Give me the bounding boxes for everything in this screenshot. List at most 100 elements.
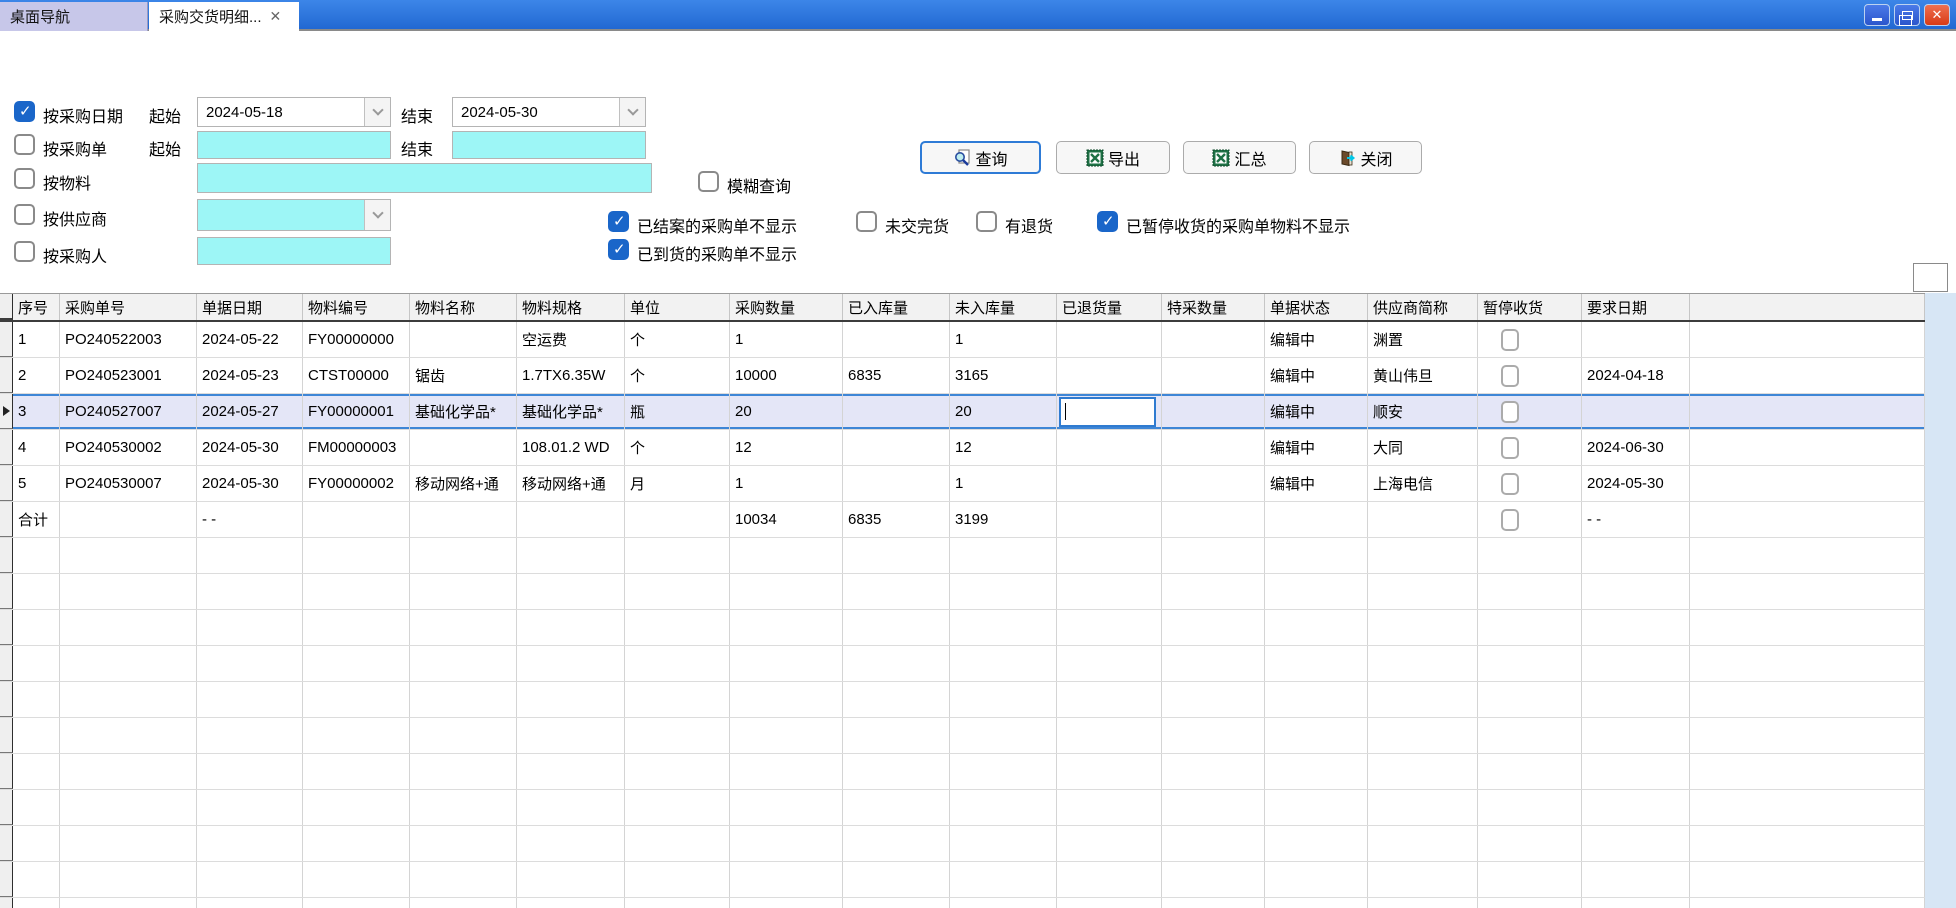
grid-cell[interactable]	[517, 826, 625, 861]
grid-cell[interactable]	[730, 682, 843, 717]
grid-cell[interactable]	[1690, 358, 1925, 393]
grid-cell[interactable]: CTST00000	[303, 358, 410, 393]
grid-cell[interactable]	[950, 862, 1057, 897]
start-date-combo[interactable]: 2024-05-18	[197, 97, 391, 127]
grid-cell[interactable]	[1478, 538, 1582, 573]
grid-cell[interactable]	[303, 826, 410, 861]
grid-cell[interactable]	[1057, 538, 1162, 573]
grid-cell[interactable]	[13, 574, 60, 609]
grid-cell[interactable]	[1368, 826, 1478, 861]
grid-cell[interactable]	[1057, 502, 1162, 537]
grid-cell[interactable]	[410, 430, 517, 465]
grid-cell[interactable]	[1690, 862, 1925, 897]
grid-cell[interactable]: 12	[950, 430, 1057, 465]
grid-cell[interactable]	[303, 538, 410, 573]
grid-cell[interactable]	[1478, 862, 1582, 897]
grid-cell[interactable]	[1265, 502, 1368, 537]
grid-cell[interactable]	[1162, 862, 1265, 897]
grid-cell[interactable]	[13, 898, 60, 908]
column-header[interactable]: 物料规格	[517, 294, 625, 320]
grid-cell[interactable]: 黄山伟旦	[1368, 358, 1478, 393]
grid-cell[interactable]: 编辑中	[1265, 430, 1368, 465]
summary-button[interactable]: 汇总	[1183, 141, 1296, 174]
export-button[interactable]: 导出	[1056, 141, 1170, 174]
grid-cell[interactable]	[843, 862, 950, 897]
row-header[interactable]	[0, 466, 13, 501]
grid-cell[interactable]	[625, 718, 730, 753]
grid-cell[interactable]	[1162, 502, 1265, 537]
grid-cell[interactable]	[1690, 322, 1925, 357]
grid-cell[interactable]	[197, 718, 303, 753]
grid-cell[interactable]	[1265, 718, 1368, 753]
has-returns-checkbox[interactable]	[976, 211, 997, 232]
grid-cell[interactable]	[843, 718, 950, 753]
grid-cell[interactable]	[13, 718, 60, 753]
grid-cell[interactable]	[303, 502, 410, 537]
grid-cell[interactable]	[950, 898, 1057, 908]
grid-cell[interactable]	[843, 610, 950, 645]
row-header[interactable]	[0, 358, 13, 393]
hide-suspended-receiving-checkbox[interactable]	[1097, 211, 1118, 232]
grid-cell[interactable]	[1690, 754, 1925, 789]
grid-cell[interactable]	[1690, 394, 1925, 429]
by-supplier-checkbox[interactable]	[14, 204, 35, 225]
grid-cell[interactable]	[410, 754, 517, 789]
grid-cell[interactable]	[950, 574, 1057, 609]
grid-cell[interactable]	[1690, 430, 1925, 465]
grid-cell[interactable]	[1162, 394, 1265, 429]
grid-cell[interactable]	[303, 718, 410, 753]
grid-cell[interactable]	[410, 502, 517, 537]
grid-cell[interactable]	[1368, 862, 1478, 897]
grid-cell[interactable]: 基础化学品*	[517, 394, 625, 429]
grid-cell[interactable]	[60, 538, 197, 573]
row-header[interactable]	[0, 394, 13, 429]
grid-cell[interactable]: 月	[625, 466, 730, 501]
grid-cell[interactable]	[730, 610, 843, 645]
grid-cell[interactable]	[60, 790, 197, 825]
column-header[interactable]: 物料编号	[303, 294, 410, 320]
grid-cell[interactable]: PO240530002	[60, 430, 197, 465]
grid-cell[interactable]	[410, 718, 517, 753]
grid-cell[interactable]	[60, 610, 197, 645]
suspend-receiving-checkbox[interactable]	[1501, 509, 1519, 531]
grid-cell[interactable]	[1690, 718, 1925, 753]
grid-cell[interactable]	[410, 574, 517, 609]
grid-cell[interactable]	[1582, 322, 1690, 357]
grid-cell[interactable]	[1265, 646, 1368, 681]
column-header[interactable]: 单据日期	[197, 294, 303, 320]
hide-arrived-orders-checkbox[interactable]	[608, 239, 629, 260]
grid-cell[interactable]	[1690, 790, 1925, 825]
grid-cell[interactable]	[1582, 862, 1690, 897]
grid-cell[interactable]	[1162, 610, 1265, 645]
grid-cell[interactable]: 编辑中	[1265, 394, 1368, 429]
grid-cell[interactable]	[517, 718, 625, 753]
grid-cell[interactable]: 3199	[950, 502, 1057, 537]
grid-cell[interactable]: 2024-06-30	[1582, 430, 1690, 465]
grid-cell[interactable]	[1057, 718, 1162, 753]
grid-cell[interactable]: 编辑中	[1265, 466, 1368, 501]
grid-cell[interactable]	[303, 574, 410, 609]
grid-cell[interactable]: 2024-05-22	[197, 322, 303, 357]
row-header[interactable]	[0, 682, 13, 717]
column-header[interactable]: 供应商简称	[1368, 294, 1478, 320]
grid-cell[interactable]	[625, 862, 730, 897]
grid-cell[interactable]	[950, 610, 1057, 645]
grid-cell[interactable]	[1478, 790, 1582, 825]
grid-cell[interactable]	[1478, 430, 1582, 465]
grid-cell[interactable]	[843, 574, 950, 609]
grid-cell[interactable]	[843, 538, 950, 573]
grid-cell[interactable]	[1478, 610, 1582, 645]
grid-cell[interactable]	[410, 862, 517, 897]
grid-cell[interactable]	[303, 610, 410, 645]
grid-cell[interactable]	[625, 646, 730, 681]
grid-cell[interactable]	[950, 718, 1057, 753]
grid-cell[interactable]	[1582, 646, 1690, 681]
grid-cell[interactable]	[1162, 718, 1265, 753]
grid-cell[interactable]	[1690, 898, 1925, 908]
not-fully-delivered-checkbox[interactable]	[856, 211, 877, 232]
row-header[interactable]	[0, 322, 13, 357]
grid-cell[interactable]: 个	[625, 430, 730, 465]
grid-cell[interactable]	[13, 538, 60, 573]
grid-cell[interactable]: 2024-05-30	[1582, 466, 1690, 501]
table-row[interactable]: 4PO2405300022024-05-30FM00000003108.01.2…	[0, 430, 1925, 466]
